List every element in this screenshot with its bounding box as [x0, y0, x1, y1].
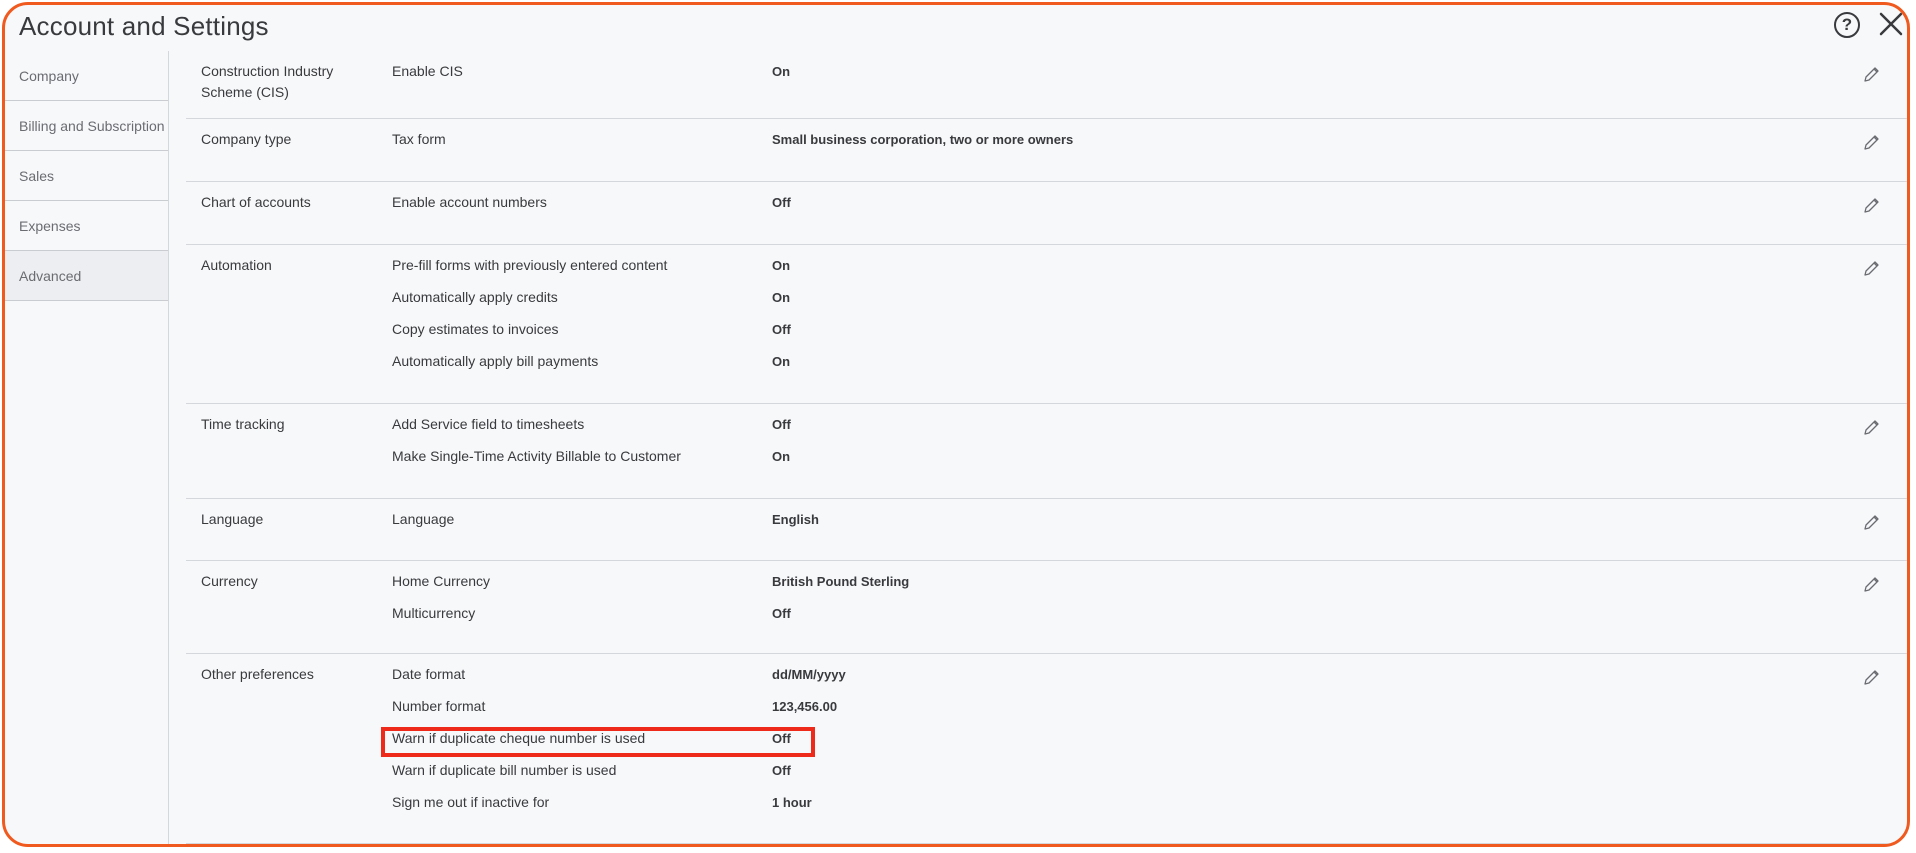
setting-row: Number format 123,456.00	[392, 696, 846, 728]
setting-label: Number format	[392, 698, 486, 714]
pencil-icon[interactable]	[1863, 668, 1881, 686]
section-automation: Automation Pre-fill forms with previousl…	[186, 245, 1907, 404]
setting-value: dd/MM/yyyy	[772, 667, 846, 682]
setting-value: Off	[772, 763, 791, 778]
window-title: Account and Settings	[19, 11, 269, 41]
setting-value: On	[772, 258, 791, 273]
setting-row: Language English	[392, 509, 819, 541]
pencil-icon[interactable]	[1863, 65, 1881, 83]
setting-value: On	[772, 354, 791, 369]
section-company-type: Company type Tax form Small business cor…	[186, 119, 1907, 182]
setting-label: Pre-fill forms with previously entered c…	[392, 257, 668, 273]
section-title: Chart of accounts	[201, 194, 311, 210]
setting-value: 1 hour	[772, 795, 812, 810]
pencil-icon[interactable]	[1863, 196, 1881, 214]
sidebar-item-advanced[interactable]: Advanced	[5, 251, 168, 301]
section-title: Automation	[201, 257, 272, 273]
setting-value: On	[772, 290, 791, 305]
setting-row: Home Currency British Pound Sterling	[392, 571, 909, 603]
settings-sidebar: Company Billing and Subscription Sales E…	[5, 51, 169, 844]
setting-label: Date format	[392, 666, 466, 682]
section-title: Language	[201, 511, 264, 527]
section-currency: Currency Home Currency British Pound Ste…	[186, 561, 1907, 654]
setting-row: Copy estimates to invoices Off	[392, 319, 791, 351]
setting-row: Make Single-Time Activity Billable to Cu…	[392, 446, 791, 478]
setting-label: Language	[392, 511, 455, 527]
setting-value: Off	[772, 606, 791, 621]
setting-label: Make Single-Time Activity Billable to Cu…	[392, 448, 681, 464]
setting-label: Warn if duplicate bill number is used	[392, 762, 617, 778]
setting-label: Sign me out if inactive for	[392, 794, 550, 810]
setting-label: Automatically apply credits	[392, 289, 558, 305]
setting-label: Add Service field to timesheets	[392, 416, 585, 432]
section-title: Other preferences	[201, 666, 314, 682]
setting-value: Off	[772, 417, 791, 432]
setting-row: Add Service field to timesheets Off	[392, 414, 791, 446]
setting-row: Enable CIS On	[392, 61, 790, 93]
section-title: Time tracking	[201, 416, 285, 432]
section-title: Currency	[201, 573, 258, 589]
section-title: Company type	[201, 131, 292, 147]
setting-row: Sign me out if inactive for 1 hour	[392, 792, 846, 824]
section-time-tracking: Time tracking Add Service field to times…	[186, 404, 1907, 499]
settings-window: Account and Settings ? Company Billing a…	[2, 2, 1910, 847]
setting-row: Tax form Small business corporation, two…	[392, 129, 1073, 161]
setting-label: Enable account numbers	[392, 194, 547, 210]
section-cis: Construction Industry Scheme (CIS) Enabl…	[186, 51, 1907, 119]
sidebar-item-sales[interactable]: Sales	[5, 151, 168, 201]
setting-value: Off	[772, 195, 791, 210]
setting-row: Warn if duplicate bill number is used Of…	[392, 760, 846, 792]
setting-row: Multicurrency Off	[392, 603, 909, 635]
close-icon[interactable]	[1877, 10, 1905, 38]
sidebar-item-company[interactable]: Company	[5, 51, 168, 101]
setting-row: Pre-fill forms with previously entered c…	[392, 255, 791, 287]
highlight-box	[381, 727, 815, 757]
section-language: Language Language English	[186, 499, 1907, 561]
setting-value: Off	[772, 322, 791, 337]
section-chart-of-accounts: Chart of accounts Enable account numbers…	[186, 182, 1907, 245]
setting-value: English	[772, 512, 819, 527]
setting-value: On	[772, 64, 791, 79]
setting-row: Automatically apply bill payments On	[392, 351, 791, 383]
setting-row: Enable account numbers Off	[392, 192, 791, 224]
settings-content: Construction Industry Scheme (CIS) Enabl…	[186, 51, 1907, 844]
help-icon[interactable]: ?	[1834, 12, 1860, 38]
setting-label: Enable CIS	[392, 63, 463, 79]
sidebar-item-billing[interactable]: Billing and Subscription	[5, 101, 168, 151]
sidebar-item-expenses[interactable]: Expenses	[5, 201, 168, 251]
pencil-icon[interactable]	[1863, 259, 1881, 277]
pencil-icon[interactable]	[1863, 133, 1881, 151]
setting-value: Small business corporation, two or more …	[772, 132, 1074, 147]
pencil-icon[interactable]	[1863, 513, 1881, 531]
setting-label: Automatically apply bill payments	[392, 353, 599, 369]
pencil-icon[interactable]	[1863, 418, 1881, 436]
setting-label: Copy estimates to invoices	[392, 321, 559, 337]
pencil-icon[interactable]	[1863, 575, 1881, 593]
setting-row: Automatically apply credits On	[392, 287, 791, 319]
setting-value: British Pound Sterling	[772, 574, 910, 589]
setting-value: 123,456.00	[772, 699, 838, 714]
setting-value: On	[772, 449, 791, 464]
setting-row: Date format dd/MM/yyyy	[392, 664, 846, 696]
setting-label: Tax form	[392, 131, 446, 147]
section-title: Construction Industry Scheme (CIS)	[201, 63, 334, 100]
setting-label: Home Currency	[392, 573, 491, 589]
setting-label: Multicurrency	[392, 605, 476, 621]
